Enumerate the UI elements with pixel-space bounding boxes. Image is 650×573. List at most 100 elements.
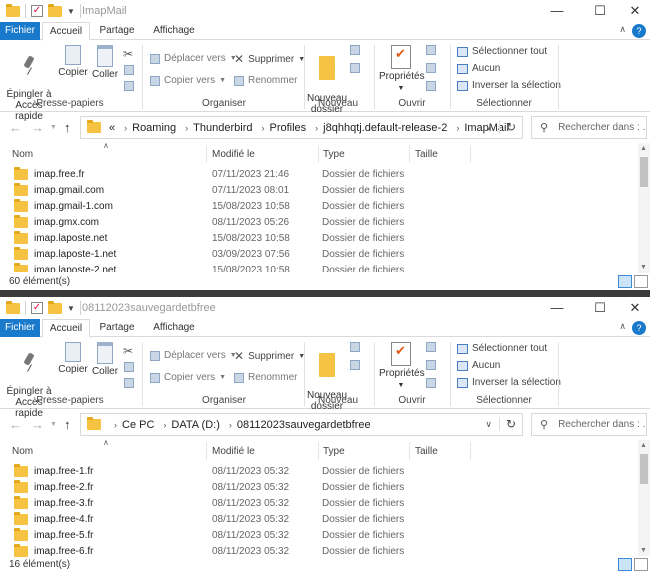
- edit-button[interactable]: [426, 63, 436, 73]
- file-row[interactable]: imap.free-4.fr 08/11/2023 05:32 Dossier de…: [0, 511, 638, 527]
- refresh-icon[interactable]: ↻: [498, 120, 516, 134]
- open-button[interactable]: [426, 45, 436, 55]
- address-bar[interactable]: « › Roaming › Thunderbird › Profiles › j8qhhqtj.…: [80, 116, 523, 139]
- file-row[interactable]: imap.gmx.com 08/11/2023 05:26 Dossier de f…: [0, 214, 638, 230]
- copy-path-button[interactable]: [124, 65, 134, 75]
- tab-share[interactable]: Partage: [94, 319, 140, 337]
- column-type[interactable]: Type: [323, 149, 345, 160]
- scroll-up-icon[interactable]: ▲: [640, 145, 647, 152]
- file-row[interactable]: imap.laposte-2.net 15/08/2023 10:58 Dossie…: [0, 262, 638, 272]
- column-modified[interactable]: Modifié le: [212, 149, 255, 160]
- minimize-button[interactable]: —: [542, 299, 572, 317]
- tab-view[interactable]: Affichage: [146, 22, 202, 40]
- scroll-thumb[interactable]: [640, 157, 648, 187]
- select-all-button[interactable]: Sélectionner tout: [457, 46, 547, 57]
- breadcrumb-chevron-icon[interactable]: ›: [456, 123, 459, 133]
- minimize-button[interactable]: —: [542, 2, 572, 20]
- large-icons-view-button[interactable]: [634, 275, 648, 288]
- file-row[interactable]: imap.free-6.fr 08/11/2023 05:32 Dossier de…: [0, 543, 638, 557]
- paste-shortcut-button[interactable]: [124, 81, 134, 91]
- large-icons-view-button[interactable]: [634, 558, 648, 571]
- column-divider[interactable]: [318, 442, 319, 460]
- easy-access-button[interactable]: [350, 360, 360, 370]
- tab-file[interactable]: Fichier: [0, 22, 40, 40]
- copy-path-button[interactable]: [124, 362, 134, 372]
- breadcrumb-item[interactable]: Ce PC: [122, 419, 154, 431]
- tab-file[interactable]: Fichier: [0, 319, 40, 337]
- recent-locations-icon[interactable]: ▼: [50, 421, 57, 428]
- breadcrumb-overflow[interactable]: «: [109, 122, 115, 134]
- move-to-button[interactable]: Déplacer vers ▼: [150, 350, 237, 361]
- copy-to-button[interactable]: Copier vers ▼: [150, 75, 226, 86]
- move-to-button[interactable]: Déplacer vers ▼: [150, 53, 237, 64]
- details-view-button[interactable]: [618, 275, 632, 288]
- vertical-scrollbar[interactable]: ▲ ▼: [638, 440, 650, 556]
- tab-home[interactable]: Accueil: [42, 319, 90, 338]
- copy-button[interactable]: Copier: [58, 45, 88, 78]
- file-row[interactable]: imap.free-3.fr 08/11/2023 05:32 Dossier de…: [0, 495, 638, 511]
- file-row[interactable]: imap.free-2.fr 08/11/2023 05:32 Dossier de…: [0, 479, 638, 495]
- file-row[interactable]: imap.laposte-1.net 03/09/2023 07:56 Dossie…: [0, 246, 638, 262]
- column-size[interactable]: Taille: [415, 149, 438, 160]
- cut-button[interactable]: ✂: [123, 47, 133, 61]
- help-icon[interactable]: ?: [632, 321, 646, 335]
- select-none-button[interactable]: Aucun: [457, 63, 500, 74]
- properties-button[interactable]: Propriétés▼: [379, 45, 425, 94]
- rename-button[interactable]: Renommer: [234, 372, 297, 383]
- invert-selection-button[interactable]: Inverser la sélection: [457, 377, 561, 388]
- column-divider[interactable]: [206, 145, 207, 163]
- new-folder-quick-icon[interactable]: [48, 3, 62, 17]
- close-button[interactable]: ✕: [620, 2, 650, 20]
- paste-button[interactable]: Coller: [90, 342, 120, 377]
- file-row[interactable]: imap.gmail.com 07/11/2023 08:01 Dossier de…: [0, 182, 638, 198]
- column-divider[interactable]: [470, 145, 471, 163]
- cut-button[interactable]: ✂: [123, 344, 133, 358]
- scroll-down-icon[interactable]: ▼: [640, 547, 647, 554]
- search-input[interactable]: ⚲ Rechercher dans : ...: [531, 116, 647, 139]
- forward-arrow-icon[interactable]: →: [31, 417, 44, 432]
- scroll-down-icon[interactable]: ▼: [640, 264, 647, 271]
- collapse-ribbon-icon[interactable]: ∧: [619, 321, 626, 332]
- column-divider[interactable]: [409, 442, 410, 460]
- customize-chevron-icon[interactable]: ▼: [67, 7, 75, 16]
- details-view-button[interactable]: [618, 558, 632, 571]
- forward-arrow-icon[interactable]: →: [31, 120, 44, 135]
- paste-button[interactable]: Coller: [90, 45, 120, 80]
- rename-button[interactable]: Renommer: [234, 75, 297, 86]
- up-arrow-icon[interactable]: ↑: [64, 417, 71, 432]
- column-type[interactable]: Type: [323, 446, 345, 457]
- file-row[interactable]: imap.free-5.fr 08/11/2023 05:32 Dossier de…: [0, 527, 638, 543]
- paste-shortcut-button[interactable]: [124, 378, 134, 388]
- scroll-thumb[interactable]: [640, 454, 648, 484]
- back-arrow-icon[interactable]: ←: [9, 417, 22, 432]
- tab-view[interactable]: Affichage: [146, 319, 202, 337]
- tab-home[interactable]: Accueil: [42, 22, 90, 41]
- column-divider[interactable]: [470, 442, 471, 460]
- edit-button[interactable]: [426, 360, 436, 370]
- breadcrumb-chevron-icon[interactable]: ›: [124, 123, 127, 133]
- breadcrumb-item[interactable]: j8qhhqtj.default-release-2: [323, 122, 447, 134]
- properties-button[interactable]: Propriétés▼: [379, 342, 425, 391]
- column-size[interactable]: Taille: [415, 446, 438, 457]
- pin-quick-access-button[interactable]: Épingler à Accès rapide: [4, 45, 54, 122]
- breadcrumb-chevron-icon[interactable]: ›: [185, 123, 188, 133]
- delete-button[interactable]: ✕ Supprimer ▼: [234, 52, 305, 66]
- copy-button[interactable]: Copier: [58, 342, 88, 375]
- history-button[interactable]: [426, 378, 436, 388]
- breadcrumb-chevron-icon[interactable]: ›: [315, 123, 318, 133]
- breadcrumb-item[interactable]: Profiles: [269, 122, 306, 134]
- column-divider[interactable]: [409, 145, 410, 163]
- column-divider[interactable]: [318, 145, 319, 163]
- invert-selection-button[interactable]: Inverser la sélection: [457, 80, 561, 91]
- column-modified[interactable]: Modifié le: [212, 446, 255, 457]
- breadcrumb-item[interactable]: DATA (D:): [171, 419, 219, 431]
- help-icon[interactable]: ?: [632, 24, 646, 38]
- customize-chevron-icon[interactable]: ▼: [67, 304, 75, 313]
- maximize-button[interactable]: ☐: [585, 299, 615, 317]
- pin-quick-access-button[interactable]: Épingler à Accès rapide: [4, 342, 54, 419]
- refresh-icon[interactable]: ↻: [498, 417, 516, 431]
- copy-to-button[interactable]: Copier vers ▼: [150, 372, 226, 383]
- properties-quick-icon[interactable]: ✓: [31, 302, 43, 314]
- search-input[interactable]: ⚲ Rechercher dans : ...: [531, 413, 647, 436]
- maximize-button[interactable]: ☐: [585, 2, 615, 20]
